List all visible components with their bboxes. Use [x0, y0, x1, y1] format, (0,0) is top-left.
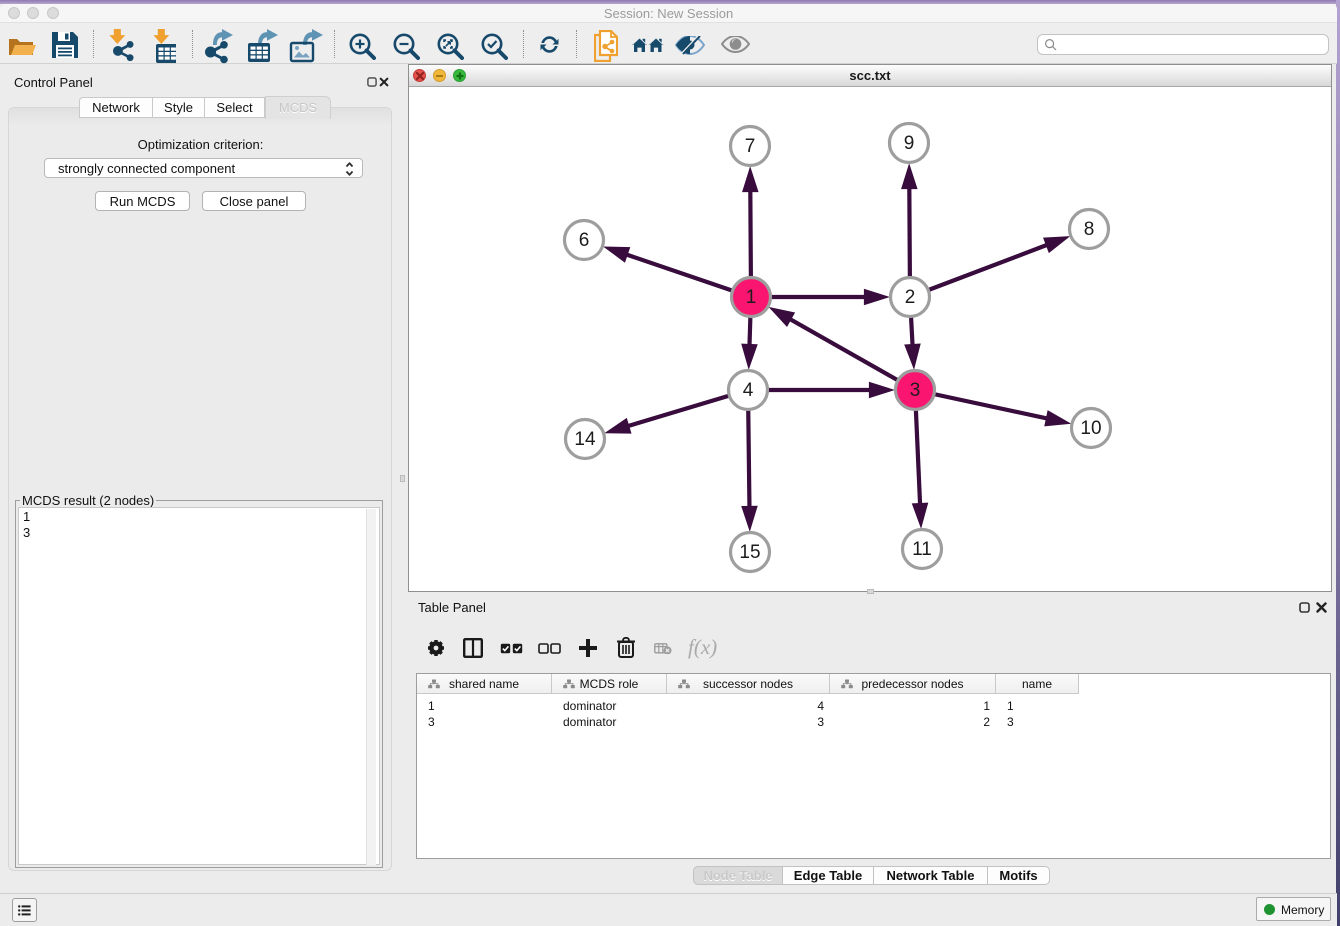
svg-text:15: 15	[739, 542, 760, 563]
svg-text:2: 2	[905, 287, 916, 308]
svg-text:11: 11	[912, 539, 932, 560]
svg-text:14: 14	[574, 429, 596, 450]
svg-text:3: 3	[910, 380, 921, 401]
svg-text:4: 4	[743, 380, 754, 401]
svg-text:9: 9	[904, 133, 915, 154]
svg-text:1: 1	[746, 287, 757, 308]
svg-text:8: 8	[1084, 219, 1095, 240]
svg-text:6: 6	[579, 230, 590, 251]
svg-text:7: 7	[745, 136, 756, 157]
svg-text:10: 10	[1080, 418, 1101, 439]
